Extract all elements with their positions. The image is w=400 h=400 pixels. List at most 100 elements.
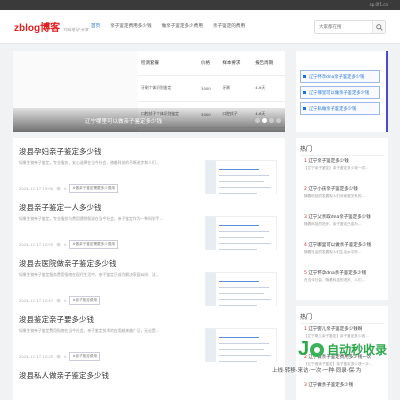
post-tag[interactable]: #亲子鉴定费用 [69, 352, 101, 361]
eye-icon: 👁 [56, 186, 62, 191]
eye-icon: 👁 [56, 298, 62, 303]
post-tag[interactable]: #亲子鉴定费用 [69, 296, 101, 305]
banner-caption-bar: 辽宁哪里可以做亲子鉴定多少钱 [13, 108, 285, 132]
accent-edge [386, 51, 388, 132]
post-title[interactable]: 浚县孕妇亲子鉴定多少钱 [19, 146, 102, 157]
featured-link[interactable]: 辽宁怀孕dna亲子鉴定多少钱 [300, 70, 380, 83]
post-date: 2024-12-17 12:55 [19, 242, 54, 247]
slider-dot[interactable] [276, 118, 281, 123]
post-card[interactable]: 浚县私人做亲子鉴定多少钱 [13, 362, 285, 400]
post-meta: 2024-12-17 12:55 👁 0 #做亲子鉴定需要多少费用 [19, 240, 119, 249]
eye-icon: 👁 [56, 242, 62, 247]
table-cell: 牙刷 [219, 75, 253, 102]
slider-dot[interactable] [269, 118, 274, 123]
top-bar-text: sp.0f1.cn [369, 2, 388, 7]
hot-item-title[interactable]: 辽宁父亲取dna亲子鉴定多少钱 [308, 215, 370, 220]
table-cell: 牙刷个体识别鉴定 [138, 75, 199, 102]
hot-item-sub: 随着社会的发展和人们生活水平的... [304, 250, 362, 254]
site-header: zblog 博客 代码笔记·分享 首页 亲子鉴定费用多少钱 做亲子鉴定多少费用 … [0, 10, 400, 44]
post-views: 0 [64, 242, 67, 247]
post-views: 0 [64, 298, 67, 303]
hot-rank: 3 [304, 215, 307, 220]
nav-item-cost[interactable]: 做亲子鉴定多少费用 [157, 10, 208, 44]
hot-item-title[interactable]: 辽宁怀孕dna亲子鉴定多少钱 [308, 271, 366, 276]
hot-item-title[interactable]: 辽宁亲子鉴定多少钱 [308, 159, 349, 164]
table-header: 报告周期 [252, 51, 285, 76]
search-button[interactable] [372, 21, 385, 33]
logo-brand: 博客 [40, 23, 61, 34]
table-cell: 3000 [198, 75, 220, 102]
post-title[interactable]: 浚县亲子鉴定一人多少钱 [19, 202, 102, 213]
post-meta: 2024-12-17 12:47 👁 0 #亲子鉴定费用 [19, 296, 101, 305]
hot-item-sub: 随着科技的发展和人们对家庭关系的... [304, 194, 365, 198]
top-bar: sp.0f1.cn [0, 0, 400, 10]
post-meta: 2024-12-17 13:00 👁 0 #做亲子鉴定需要多少费用 [19, 184, 119, 193]
table-header: 价格 [198, 51, 220, 76]
watermark-brand-text: 自动秒收录 [327, 343, 388, 357]
post-excerpt: 如果生物亲子鉴定，专业服务，安心选择在当今社会，随着科技的不断进步和人们... [19, 160, 160, 165]
hot-rank: 1 [304, 159, 307, 164]
table-header: 检测套餐 [138, 51, 199, 76]
slider-dot[interactable] [255, 118, 260, 123]
hot-item-sub: 【辽宁亲子鉴定】亲子鉴定多少钱一次... [304, 166, 369, 170]
nav-item-fee[interactable]: 亲子鉴定费用多少钱 [105, 10, 156, 44]
post-tag[interactable]: #做亲子鉴定需要多少费用 [69, 184, 119, 193]
search-input[interactable] [315, 21, 373, 33]
post-meta: 2024-12-17 12:25 👁 0 #亲子鉴定费用 [19, 352, 101, 361]
featured-link[interactable]: 辽宁私做亲子鉴定多少钱 [300, 102, 380, 115]
table-header: 样本要求 [219, 51, 253, 76]
post-excerpt: 如果生物亲子鉴定，专业服务与费用透明叙说在当今社会，亲子鉴定作为一种科学手... [19, 216, 164, 221]
nav-item-price[interactable]: 亲子鉴定的费用 [208, 10, 250, 44]
hot-item-title[interactable]: 辽宁哪里可以做亲子鉴定多少钱 [308, 243, 371, 248]
hot-item[interactable]: 3 辽宁父亲取dna亲子鉴定多少钱 随着科技的进步，亲子鉴定已成为... [304, 214, 371, 227]
post-views: 0 [64, 186, 67, 191]
hot-list: 热门 1 辽宁亲子鉴定多少钱 【辽宁亲子鉴定】亲子鉴定多少钱一次... 2 辽宁… [296, 138, 388, 300]
watermark-ring-icon [310, 342, 325, 357]
post-date: 2024-12-17 12:25 [19, 354, 54, 359]
featured-link-label: 辽宁哪里可以做亲子鉴定多少钱 [309, 90, 370, 96]
hot-item[interactable]: 5 辽宁怀孕dna亲子鉴定多少钱 在当今社会，随着科技的进步，人们... [304, 270, 366, 283]
post-date: 2024-12-17 12:47 [19, 298, 54, 303]
hot-item-sub: 随着科技的进步，亲子鉴定已成为... [304, 222, 362, 226]
hot-rank: 5 [304, 271, 307, 276]
post-title[interactable]: 浚县鉴定亲子要多少钱 [19, 314, 94, 325]
table-row: 牙刷个体识别鉴定 3000 牙刷 4-6天 [138, 75, 285, 102]
banner-caption[interactable]: 辽宁哪里可以做亲子鉴定多少钱 [85, 117, 162, 125]
search-box [314, 20, 386, 34]
featured-link[interactable]: 辽宁哪里可以做亲子鉴定多少钱 [300, 86, 380, 99]
post-excerpt: 如果生物亲子鉴定费用指南在当今社会，亲子鉴定技术的应用越来越广泛，无论是... [19, 328, 160, 333]
hot-rank: 4 [304, 243, 307, 248]
nav-home[interactable]: 首页 [86, 10, 105, 44]
watermark-j-glyph: J [298, 338, 310, 360]
hot-rank: 2 [304, 187, 307, 192]
post-views: 0 [64, 354, 67, 359]
featured-link-label: 辽宁私做亲子鉴定多少钱 [309, 106, 357, 112]
hot-item-title[interactable]: 辽宁小孩亲子鉴定多少钱 [308, 187, 358, 192]
post-tag[interactable]: #做亲子鉴定需要多少费用 [69, 240, 119, 249]
logo-main: zblog [14, 23, 41, 34]
watermark-logo: J 自动秒收录 [298, 338, 387, 361]
hot-item-sub: 在当今社会，随着科技的进步，人们... [304, 278, 365, 282]
table-cell: 4-6天 [252, 75, 285, 102]
watermark-subtext: 上线·转移·来访·一次·一种·同录·保·为 [272, 368, 362, 374]
bullet-icon [303, 91, 306, 94]
featured-link-label: 辽宁怀孕dna亲子鉴定多少钱 [309, 74, 365, 80]
hot-item[interactable]: 4 辽宁哪里可以做亲子鉴定多少钱 随着社会的发展和人们生活水平的... [304, 242, 371, 255]
bullet-icon [303, 75, 306, 78]
hot-item[interactable]: 2 辽宁小孩亲子鉴定多少钱 随着科技的发展和人们对家庭关系的... [304, 186, 365, 199]
main-nav: 首页 亲子鉴定费用多少钱 做亲子鉴定多少费用 亲子鉴定的费用 [86, 10, 250, 44]
hot-item[interactable]: 1 辽宁亲子鉴定多少钱 【辽宁亲子鉴定】亲子鉴定多少钱一次... [304, 158, 369, 171]
site-logo[interactable]: zblog 博客 代码笔记·分享 [14, 19, 88, 34]
hot-list-title: 热门 [300, 314, 313, 321]
post-title[interactable]: 浚县去医院做亲子鉴定多少钱 [19, 258, 117, 269]
post-excerpt: 如果生物亲子鉴定服务费用指南在现代生活中，亲子鉴定已成为解决家庭纠纷、法... [19, 272, 160, 277]
featured-links: 辽宁怀孕dna亲子鉴定多少钱 辽宁哪里可以做亲子鉴定多少钱 辽宁私做亲子鉴定多少… [296, 51, 388, 132]
post-title[interactable]: 浚县私人做亲子鉴定多少钱 [19, 370, 109, 381]
watermark: J 自动秒收录 上线·转移·来访·一次·一种·同录·保·为 [272, 330, 388, 400]
divider [300, 323, 384, 324]
slider-dot-active[interactable] [262, 118, 267, 123]
banner-slider[interactable]: 检测套餐 价格 样本要求 报告周期 牙刷个体识别鉴定 3000 牙刷 4-6天 … [13, 51, 285, 132]
logo-slogan: 代码笔记·分享 [63, 27, 89, 32]
divider [300, 155, 384, 156]
post-date: 2024-12-17 13:00 [19, 186, 54, 191]
